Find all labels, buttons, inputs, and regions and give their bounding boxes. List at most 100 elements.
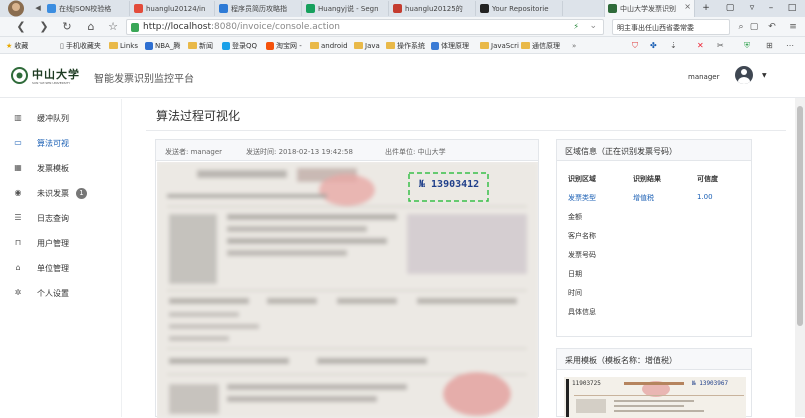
row-invoice-type[interactable]: 发票类型 [568,193,596,203]
blurred-invoice-graphic [157,162,538,418]
system-title: 智能发票识别监控平台 [94,74,194,85]
sidebar-item-personal-settings[interactable]: ✲ 个人设置 [0,281,122,305]
bookmark-qq[interactable]: 登录QQ [222,40,257,51]
url-bar[interactable]: http://localhost:8080/invoice/console.ac… [126,19,604,35]
bookmark-physics[interactable]: 体理原理 [431,40,469,51]
bookmark-favorites[interactable]: ★ 收藏 [6,40,28,51]
bookmark-mobile[interactable]: ▯ 手机收藏夹 [60,40,101,51]
profile-avatar[interactable] [3,0,29,17]
thumb-invoice-number: № 13903967 [692,380,729,387]
tab-huanglu-in[interactable]: huanglu20124/in [131,1,215,16]
username[interactable]: manager [688,73,719,81]
template-thumbnail[interactable]: 11903725 № 13903967 [564,377,746,418]
sidebar-item-label: 日志查询 [37,213,69,223]
browser-tab-bar: ◂ 在线JSON校验格 huanglu20124/in 程序员简历攻略指 Hua… [0,0,805,17]
star-icon: ★ [6,41,13,50]
bookmark-os[interactable]: 操作系统 [386,40,425,51]
maximize-icon[interactable]: □ [782,0,802,17]
lightning-dropdown-icon[interactable]: ⌄ [589,21,597,31]
bookmark-taobao[interactable]: 淘宝网 - [266,40,302,51]
tab-menu-icon[interactable]: ▢ [720,0,740,17]
nba-icon [145,41,153,50]
home-icon[interactable]: ⌂ [84,21,98,33]
page-icon [431,41,439,50]
bookmarks-bar: ★ 收藏 ▯ 手机收藏夹 Links NBA_腾 新闻 登录QQ 淘宝网 - and… [0,37,805,54]
monitor-icon: ▭ [14,138,22,147]
folder-icon [386,42,395,49]
minimize-icon[interactable]: – [761,0,781,17]
tab-json-check[interactable]: 在线JSON校验格 [44,1,130,16]
sidebar-item-buffer-queue[interactable]: ▥ 缓冲队列 [0,106,122,130]
close-tab-icon[interactable]: × [684,2,691,11]
invoice-meta-bar: 发送者: manager 发送时间: 2018-02-13 19:42:58 出… [156,140,538,161]
sidebar-item-log-query[interactable]: ☰ 日志查询 [0,206,122,230]
forward-icon[interactable]: ❯ [37,21,51,33]
page-title: 算法过程可视化 [156,109,241,123]
bookmarks-more[interactable]: » [572,40,576,51]
github-favicon [480,4,489,13]
template-panel: 采用模板（模板名称：增值税） 11903725 № 13903967 [556,348,752,418]
sidebar-item-label: 算法可视 [37,138,69,148]
sidebar-item-user-manage[interactable]: ⊓ 用户管理 [0,231,122,255]
extension-apps-icon[interactable]: ⊞ [766,40,773,51]
sidebar-item-unit-manage[interactable]: ⌂ 单位管理 [0,256,122,280]
user-dropdown-icon[interactable]: ▼ [762,72,767,79]
reload-icon[interactable]: ↻ [60,21,74,33]
tab-repositories[interactable]: Your Repositorie [477,1,563,16]
sidebar-item-unrecognized[interactable]: ◉ 未识发票 1 [0,181,122,205]
region-panel-title: 区域信息（正在识别发票号码） [557,140,751,161]
tab-invoice-console[interactable]: 中山大学发票识别 × [604,0,695,17]
sysu-logo-icon [11,67,28,84]
screenshot-icon[interactable]: ▢ [749,22,759,32]
extension-cut-icon[interactable]: ✂ [717,40,724,51]
tab-huanglu-blog[interactable]: huanglu20125的 [390,1,476,16]
bookmark-star-icon[interactable]: ☆ [106,21,120,33]
tab-segmentfault[interactable]: Huangyj说 - Segn [303,1,389,16]
bookmark-android[interactable]: android [310,40,348,51]
back-icon[interactable]: ❮ [14,21,28,33]
row-customer-name: 客户名称 [568,232,596,240]
sidebar-item-invoice-template[interactable]: ▦ 发票模板 [0,156,122,180]
extension-close-icon[interactable]: ✕ [697,40,704,51]
address-toolbar: ❮ ❯ ↻ ⌂ ☆ http://localhost:8080/invoice/… [0,17,805,37]
sidebar-item-algorithm-visual[interactable]: ▭ 算法可视 [0,131,122,155]
bookmark-javascript[interactable]: JavaScri [480,40,519,51]
segmentfault-favicon [306,4,315,13]
user-avatar-icon[interactable] [735,66,753,84]
unit-text: 出件单位: 中山大学 [385,148,446,156]
tab-label: huanglu20125的 [405,4,463,13]
extension-guard-icon[interactable]: ⛨ [744,40,750,51]
tab-label: 程序员简历攻略指 [231,4,287,13]
new-tab-button[interactable]: + [696,0,716,17]
bookmark-java[interactable]: Java [354,40,380,51]
search-box[interactable]: 明主事出任山西省委常委 [612,19,730,35]
extension-download-icon[interactable]: ⇣ [670,40,677,51]
extension-more-icon[interactable]: ⋯ [786,40,794,51]
tab-resume-guide[interactable]: 程序员简历攻略指 [216,1,302,16]
scrollbar-thumb[interactable] [797,106,803,326]
row-date: 日期 [568,270,582,278]
invoice-panel: 发送者: manager 发送时间: 2018-02-13 19:42:58 出… [155,139,539,418]
tab-back-icon[interactable]: ◂ [31,2,45,14]
doc-favicon [219,4,228,13]
search-text: 明主事出任山西省委常委 [617,24,694,32]
search-icon[interactable]: ⌕ [736,22,746,32]
restore-icon[interactable]: ▿ [742,0,762,17]
extension-paw-icon[interactable]: ✤ [650,40,657,51]
bookmark-links[interactable]: Links [109,40,138,51]
bookmark-label: 收藏 [14,41,29,50]
invoice-number: № 13903412 [419,179,480,190]
page-scrollbar[interactable] [795,98,805,417]
menu-icon[interactable]: ≡ [788,22,798,32]
bookmark-news[interactable]: 新闻 [188,40,213,51]
tab-label: huanglu20124/in [146,4,206,13]
extension-shield-icon[interactable]: ⛉ [632,40,638,51]
url-host: http://localhost [143,22,211,32]
bookmark-comm[interactable]: 通信原理 [521,40,560,51]
share-icon[interactable]: ⚡ [573,22,579,31]
row-invoice-type-confidence: 1.00 [697,193,713,201]
bookmark-nba[interactable]: NBA_腾 [145,40,180,51]
row-details: 具体信息 [568,308,596,316]
undo-icon[interactable]: ↶ [767,22,777,32]
sidebar-item-label: 用户管理 [37,238,69,248]
